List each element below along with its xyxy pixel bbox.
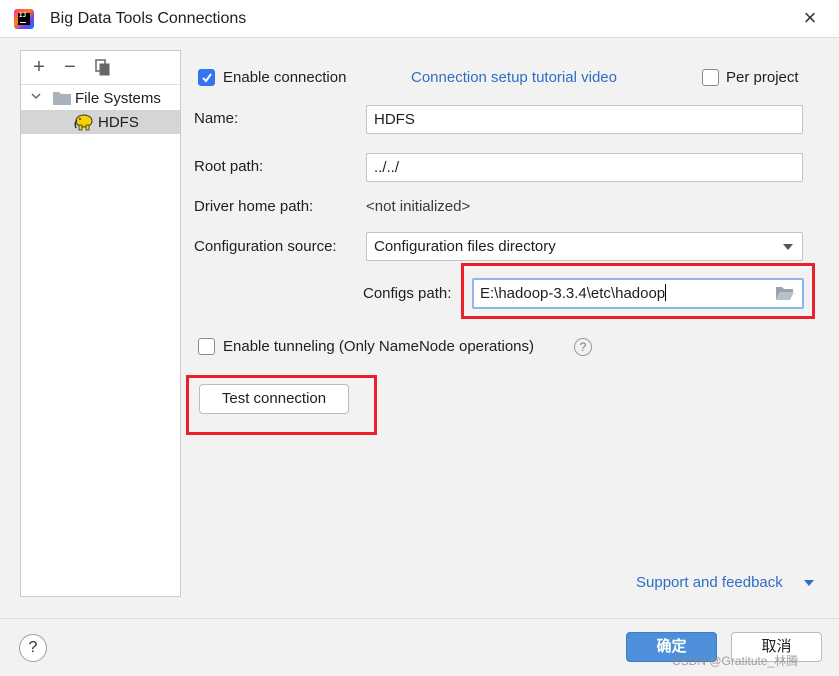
footer-divider bbox=[0, 618, 839, 619]
per-project-label[interactable]: Per project bbox=[726, 69, 799, 86]
close-icon[interactable]: × bbox=[798, 7, 822, 31]
tree-item-file-systems[interactable]: File Systems bbox=[21, 86, 180, 110]
tree-item-label: HDFS bbox=[98, 114, 139, 131]
per-project-checkbox[interactable] bbox=[702, 69, 719, 86]
name-field[interactable]: HDFS bbox=[366, 105, 803, 134]
dropdown-arrow-icon bbox=[783, 244, 793, 250]
window-title: Big Data Tools Connections bbox=[50, 10, 247, 27]
support-feedback-link[interactable]: Support and feedback bbox=[636, 574, 783, 591]
tutorial-video-link[interactable]: Connection setup tutorial video bbox=[411, 69, 617, 86]
chevron-down-icon[interactable] bbox=[31, 91, 41, 101]
enable-tunneling-label[interactable]: Enable tunneling (Only NameNode operatio… bbox=[223, 338, 534, 355]
highlight-box-test-connection bbox=[186, 375, 377, 435]
folder-icon bbox=[53, 92, 71, 105]
highlight-box-configs-path bbox=[461, 263, 815, 319]
intellij-app-icon: IJ bbox=[14, 9, 34, 29]
driver-home-value: <not initialized> bbox=[366, 198, 471, 215]
help-icon[interactable]: ? bbox=[574, 338, 592, 356]
enable-tunneling-checkbox[interactable] bbox=[198, 338, 215, 355]
name-label: Name: bbox=[194, 110, 239, 127]
tree-toolbar: + − bbox=[21, 51, 180, 85]
enable-connection-label[interactable]: Enable connection bbox=[223, 69, 346, 86]
help-button[interactable]: ? bbox=[19, 634, 47, 662]
config-source-dropdown[interactable]: Configuration files directory bbox=[366, 232, 803, 261]
remove-icon[interactable]: − bbox=[60, 57, 80, 78]
root-path-field[interactable]: ../../ bbox=[366, 153, 803, 182]
connections-tree-panel: + − File Systems HDFS bbox=[20, 50, 181, 597]
hadoop-elephant-icon bbox=[74, 114, 93, 131]
root-path-label: Root path: bbox=[194, 158, 264, 175]
config-source-value: Configuration files directory bbox=[374, 238, 556, 255]
enable-connection-checkbox[interactable] bbox=[198, 69, 215, 86]
driver-home-label: Driver home path: bbox=[194, 198, 314, 215]
chevron-down-icon[interactable] bbox=[804, 580, 814, 586]
tree-item-hdfs[interactable]: HDFS bbox=[21, 110, 180, 134]
title-bar: IJ Big Data Tools Connections × bbox=[0, 0, 839, 38]
watermark-text: CSDN @Gratitute_林腾 bbox=[672, 654, 799, 668]
tree-item-label: File Systems bbox=[75, 90, 161, 107]
copy-icon[interactable] bbox=[93, 58, 113, 78]
connections-dialog: IJ Big Data Tools Connections × + − File… bbox=[0, 0, 839, 676]
configs-path-label: Configs path: bbox=[363, 285, 452, 302]
config-source-label: Configuration source: bbox=[194, 238, 337, 255]
add-icon[interactable]: + bbox=[29, 57, 49, 78]
